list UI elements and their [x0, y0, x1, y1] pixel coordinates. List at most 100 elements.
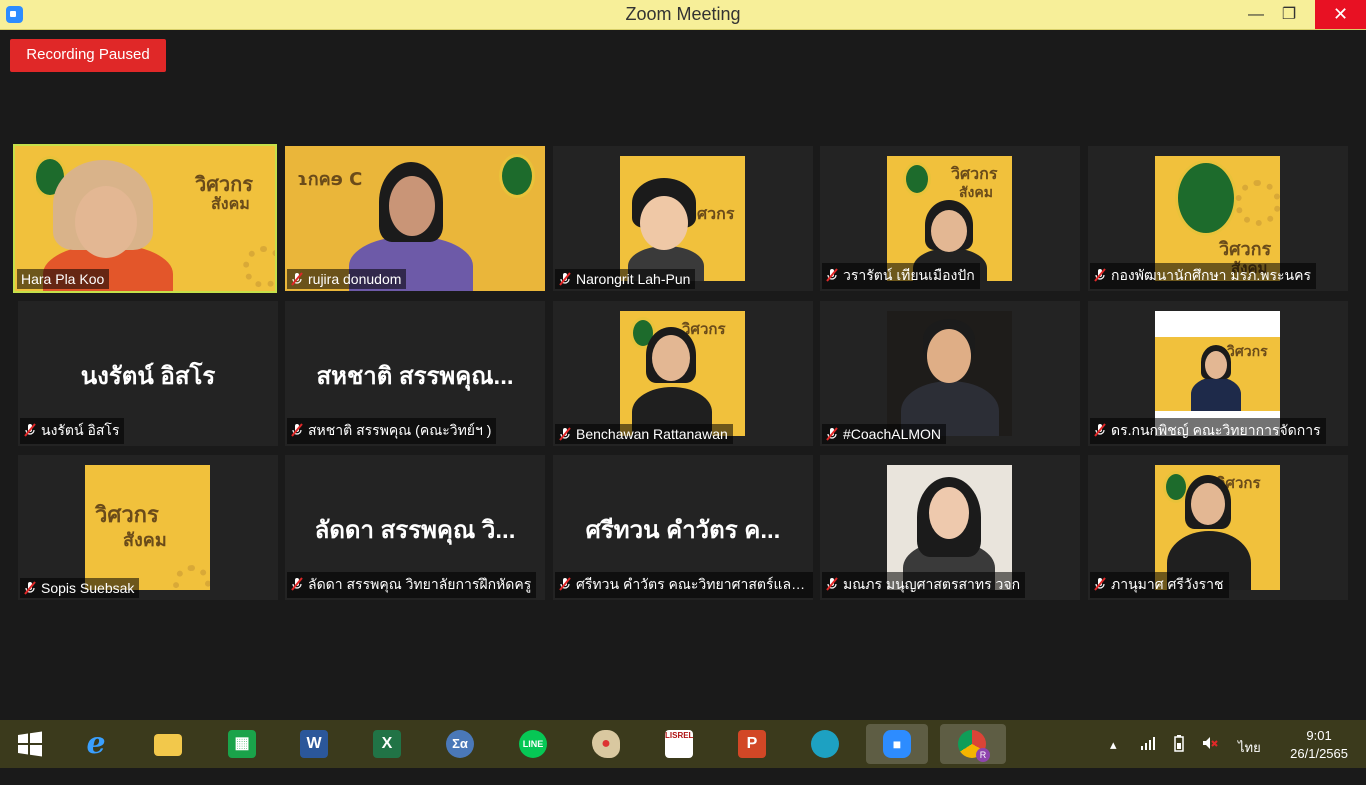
person-face [929, 487, 969, 539]
video-feed: วิศวกร [620, 311, 745, 436]
participant-tile-13[interactable]: ศรีทวน คำวัตร ค... ศรีทวน คำวัตร คณะวิทย… [553, 455, 813, 600]
taskbar-paint[interactable]: ● [586, 724, 626, 764]
poster-subtitle: สังคม [211, 194, 250, 213]
participant-tile-12[interactable]: ลัดดา สรรพคุณ วิ... ลัดดา สรรพคุณ วิทยาล… [285, 455, 545, 600]
participant-tile-6[interactable]: นงรัตน์ อิสโร นงรัตน์ อิสโร [18, 301, 278, 446]
taskbar-store[interactable]: ▦ [222, 724, 262, 764]
participant-tile-7[interactable]: สหชาติ สรรพคุณ... สหชาติ สรรพคุณ (คณะวิท… [285, 301, 545, 446]
muted-mic-icon [1094, 268, 1106, 282]
participant-tile-10[interactable]: วิศวกร ดร.กนกพิชญ์ คณะวิทยาการจัดการ [1088, 301, 1348, 446]
participant-tile-8[interactable]: วิศวกร Benchawan Rattanawan [553, 301, 813, 446]
show-hidden-icons-button[interactable]: ▴ [1110, 737, 1117, 785]
maximize-button[interactable]: ❐ [1268, 0, 1310, 29]
participant-name: ศรีทวน คำวัตร คณะวิทยาศาสตร์และเ... [555, 572, 813, 598]
taskbar-word[interactable]: W [294, 724, 334, 764]
video-feed [887, 311, 1012, 436]
participant-display-name: นงรัตน์ อิสโร [80, 363, 216, 390]
recording-paused-banner[interactable]: Recording Paused [10, 39, 166, 72]
start-button[interactable] [10, 724, 50, 764]
participant-display-name: สหชาติ สรรพคุณ... [316, 363, 514, 390]
language-indicator[interactable]: ไทย [1238, 737, 1261, 758]
participant-tile-15[interactable]: วิศวกร ภานุมาศ ศรีวังราช [1088, 455, 1348, 600]
taskbar: e ▦ W X Σα LINE ● LISREL P ■ R ▴ ไทย 9:0… [0, 720, 1366, 768]
muted-mic-icon [1094, 423, 1106, 437]
muted-mic-icon [826, 268, 838, 282]
muted-mic-icon [291, 577, 303, 591]
poster-title: วิศวกร [1227, 344, 1268, 360]
person-face [931, 210, 967, 252]
taskbar-file-explorer[interactable] [148, 724, 188, 764]
participant-name: Narongrit Lah-Pun [555, 269, 696, 289]
participant-name: ดร.กนกพิชญ์ คณะวิทยาการจัดการ [1090, 418, 1326, 444]
title-bar: Zoom Meeting — ❐ ✕ [0, 0, 1366, 30]
folder-icon [154, 734, 182, 756]
participant-name: มณภร มนุญศาสตรสาทร วจก [822, 572, 1026, 598]
person-face [75, 186, 137, 258]
participant-tile-2[interactable]: ɿกคɘ C rujira donudom [285, 146, 545, 291]
taskbar-line[interactable]: LINE [513, 724, 553, 764]
paint-palette-icon: ● [592, 730, 620, 758]
windows-icon [18, 731, 42, 757]
close-button[interactable]: ✕ [1315, 0, 1366, 29]
muted-mic-icon [24, 581, 36, 595]
participant-tile-14[interactable]: มณภร มนุญศาสตรสาทร วจก [820, 455, 1080, 600]
store-icon: ▦ [228, 730, 256, 758]
muted-mic-icon [826, 427, 838, 441]
taskbar-excel[interactable]: X [367, 724, 407, 764]
participant-name: ลัดดา สรรพคุณ วิทยาลัยการฝึกหัดครู [287, 572, 537, 598]
zoom-icon: ■ [883, 730, 911, 758]
taskbar-math-input[interactable]: Σα [440, 724, 480, 764]
line-icon: LINE [519, 730, 547, 758]
taskbar-lisrel[interactable]: LISREL [659, 724, 699, 764]
university-logo [903, 162, 931, 196]
clock-time: 9:01 [1306, 728, 1332, 743]
video-feed: วิศวกร สังคม [85, 465, 210, 590]
participant-tile-5[interactable]: วิศวกร สังคม กองพัฒนานักศึกษา มรภ.พระนคร [1088, 146, 1348, 291]
participant-name: Sopis Suebsak [20, 578, 140, 598]
participant-display-name: ลัดดา สรรพคุณ วิ... [314, 517, 516, 544]
participant-display-name: ศรีทวน คำวัตร ค... [585, 517, 781, 544]
taskbar-internet-explorer[interactable]: e [76, 724, 116, 764]
muted-mic-icon [291, 423, 303, 437]
muted-mic-icon [24, 423, 36, 437]
taskbar-powerpoint[interactable]: P [732, 724, 772, 764]
lisrel-icon: LISREL [665, 730, 693, 758]
poster-title-mirrored: ɿกคɘ C [297, 169, 363, 190]
network-icon[interactable] [1140, 735, 1156, 783]
participant-tile-9[interactable]: #CoachALMON [820, 301, 1080, 446]
muted-mic-icon [1094, 577, 1106, 591]
participant-tile-1[interactable]: วิศวกร สังคม Hara Pla Koo [13, 144, 277, 293]
taskbar-zoom[interactable]: ■ [866, 724, 928, 764]
chrome-profile-badge: R [976, 748, 990, 762]
taskbar-edge[interactable] [805, 724, 845, 764]
participant-tile-11[interactable]: วิศวกร สังคม Sopis Suebsak [18, 455, 278, 600]
internet-explorer-icon: e [86, 726, 106, 761]
university-logo [1175, 160, 1237, 236]
gear-icon [243, 246, 275, 288]
participant-name: Benchawan Rattanawan [555, 424, 733, 444]
participant-tile-4[interactable]: วิศวกร สังคม วรารัตน์ เทียนเมืองปัก [820, 146, 1080, 291]
volume-muted-icon[interactable] [1202, 735, 1218, 783]
battery-icon[interactable] [1172, 735, 1186, 783]
clock[interactable]: 9:01 26/1/2565 [1290, 727, 1348, 763]
gear-icon [1235, 180, 1280, 226]
person-face [927, 329, 971, 383]
muted-mic-icon [559, 272, 571, 286]
poster-subtitle: สังคม [959, 185, 993, 201]
taskbar-chrome[interactable]: R [940, 724, 1006, 764]
poster-subtitle: สังคม [123, 530, 167, 551]
muted-mic-icon [291, 272, 303, 286]
person-face [1205, 351, 1227, 379]
word-icon: W [300, 730, 328, 758]
participant-tile-3[interactable]: วิศวกร Narongrit Lah-Pun [553, 146, 813, 291]
participant-name: rujira donudom [287, 269, 407, 289]
person-body [1191, 377, 1241, 411]
window-title: Zoom Meeting [625, 4, 741, 24]
participant-name: #CoachALMON [822, 424, 947, 444]
person-face [640, 196, 688, 250]
muted-mic-icon [559, 427, 571, 441]
video-feed: วิศวกร [620, 156, 745, 281]
person-face [652, 335, 690, 381]
person-face [1191, 483, 1225, 525]
powerpoint-icon: P [738, 730, 766, 758]
